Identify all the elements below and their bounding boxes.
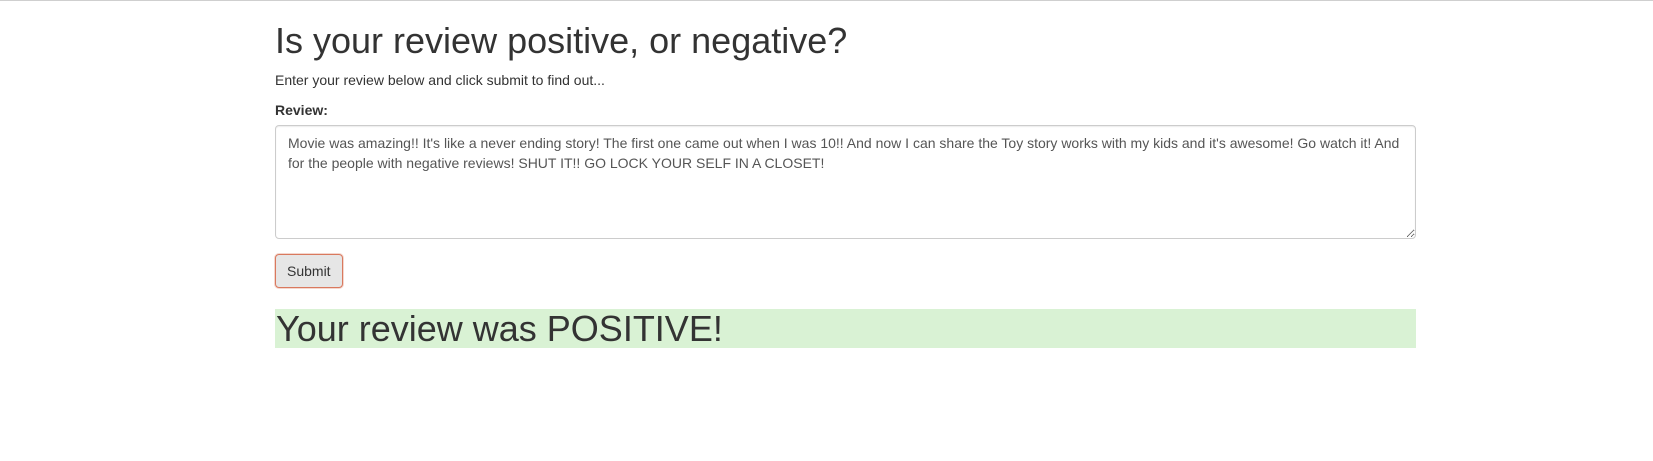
main-container: Is your review positive, or negative? En… (275, 0, 1416, 348)
submit-button[interactable]: Submit (275, 254, 343, 288)
review-form: Review: Submit (275, 100, 1416, 288)
result-text: Your review was POSITIVE! (276, 308, 723, 349)
intro-text: Enter your review below and click submit… (275, 72, 605, 88)
page-title: Is your review positive, or negative? (275, 20, 848, 61)
review-textarea[interactable] (275, 125, 1416, 239)
review-label: Review: (275, 102, 328, 118)
result-banner: Your review was POSITIVE! (275, 309, 1416, 348)
